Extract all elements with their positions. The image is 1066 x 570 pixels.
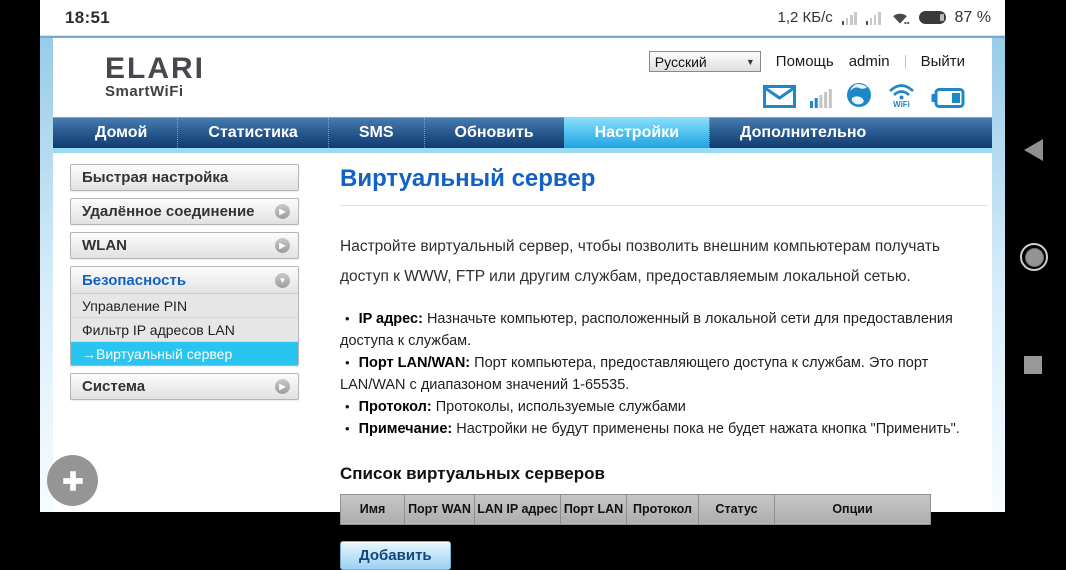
back-icon[interactable] [1024, 139, 1043, 161]
col-lan-port: Порт LAN [560, 493, 627, 525]
tab-statistics[interactable]: Статистика [177, 117, 327, 148]
settings-sidebar: Быстрая настройка Удалённое соединение ▶… [70, 164, 299, 407]
note-port-lan-wan: • Порт LAN/WAN: Порт компьютера, предоста… [340, 352, 985, 396]
cell-signal-icon [841, 11, 857, 25]
logo-subtext: SmartWiFi [105, 83, 184, 100]
phone-left-bezel [0, 0, 40, 512]
chevron-right-icon: ▶ [275, 238, 290, 253]
sidebar-item-label: Безопасность [82, 271, 187, 289]
tab-sms[interactable]: SMS [327, 117, 424, 148]
sidebar-item-wlan[interactable]: WLAN ▶ [70, 232, 299, 259]
col-name: Имя [340, 493, 405, 525]
chevron-right-icon: ▶ [275, 204, 290, 219]
chevron-right-icon: ▶ [275, 379, 290, 394]
battery-status-icon [918, 11, 946, 24]
bullet-icon: • [345, 310, 350, 326]
recents-icon[interactable] [1024, 356, 1042, 374]
main-nav: Домой Статистика SMS Обновить Настройки … [53, 117, 992, 148]
sidebar-item-quick-setup[interactable]: Быстрая настройка [70, 164, 299, 191]
globe-icon[interactable] [846, 82, 872, 108]
col-status: Статус [698, 493, 775, 525]
logo-text: ELARI [105, 52, 205, 85]
wifi-status-icon [890, 10, 910, 26]
help-link[interactable]: Помощь [776, 53, 834, 70]
battery-icon [931, 88, 965, 108]
table-header-row: Имя Порт WAN LAN IP адрес Порт LAN Прото… [340, 493, 931, 525]
fullscreen-exit-button[interactable] [47, 455, 98, 506]
page-title: Виртуальный сервер [340, 165, 988, 206]
sidebar-item-system[interactable]: Система ▶ [70, 373, 299, 400]
col-wan-port: Порт WAN [404, 493, 475, 525]
site-header: ELARI SmartWiFi Русский ▼ Помощь admin В… [53, 38, 992, 117]
sidebar-item-security[interactable]: Безопасность ▼ [71, 267, 298, 294]
sidebar-subitem-label: Фильтр IP адресов LAN [82, 321, 235, 338]
bullet-icon: • [345, 420, 350, 436]
network-speed: 1,2 КБ/с [777, 9, 833, 26]
intro-text: Настройте виртуальный сервер, чтобы позв… [340, 238, 940, 285]
sidebar-item-pin-management[interactable]: Управление PIN [71, 294, 298, 318]
tab-settings[interactable]: Настройки [563, 117, 710, 148]
wifi-icon[interactable]: WiFi [886, 82, 917, 108]
sidebar-item-remote-connection[interactable]: Удалённое соединение ▶ [70, 198, 299, 225]
chevron-down-icon: ▼ [275, 272, 290, 288]
sidebar-item-label: WLAN [82, 237, 127, 254]
sidebar-item-label: Быстрая настройка [82, 169, 229, 186]
note-remark: • Примечание: Настройки не будут применен… [340, 418, 985, 440]
virtual-server-table: Имя Порт WAN LAN IP адрес Порт LAN Прото… [340, 493, 931, 525]
col-lan-ip: LAN IP адрес [474, 493, 561, 525]
username: admin [848, 53, 890, 70]
fullscreen-exit-icon [62, 470, 83, 491]
page-left-edge [40, 38, 53, 512]
battery-percent: 87 % [954, 8, 991, 26]
page-right-edge [992, 38, 1005, 512]
tab-advanced[interactable]: Дополнительно [709, 117, 896, 148]
clock: 18:51 [65, 7, 110, 27]
bullet-icon: • [345, 354, 350, 370]
sidebar-subitem-label: Управление PIN [82, 297, 188, 314]
sidebar-subitem-label: →Виртуальный сервер [82, 345, 233, 362]
sidebar-item-lan-ip-filter[interactable]: Фильтр IP адресов LAN [71, 318, 298, 342]
sidebar-group-security: Безопасность ▼ Управление PIN Фильтр IP … [70, 266, 299, 366]
divider [904, 54, 906, 69]
virtual-server-list-title: Список виртуальных серверов [340, 463, 605, 483]
sidebar-item-virtual-server[interactable]: →Виртуальный сервер [71, 342, 298, 365]
language-select[interactable]: Русский ▼ [648, 51, 761, 72]
col-options: Опции [774, 493, 931, 525]
router-admin-page: ELARI SmartWiFi Русский ▼ Помощь admin В… [40, 36, 1005, 570]
android-status-bar: 18:51 1,2 КБ/с 87 % [40, 0, 1005, 36]
home-icon[interactable] [1020, 243, 1048, 271]
note-ip-address: • IP адрес: Назначьте компьютер, располож… [340, 308, 985, 352]
tab-update[interactable]: Обновить [423, 117, 564, 148]
language-value: Русский [654, 53, 707, 70]
logout-link[interactable]: Выйти [921, 53, 965, 70]
mail-icon[interactable] [763, 85, 796, 108]
sidebar-item-label: Система [82, 378, 146, 395]
bullet-icon: • [345, 398, 350, 414]
col-protocol: Протокол [626, 493, 699, 525]
cell-signal2-icon [865, 11, 881, 25]
android-nav-bar [1005, 0, 1066, 512]
notes-list: • IP адрес: Назначьте компьютер, располож… [340, 308, 985, 440]
chevron-down-icon: ▼ [745, 56, 755, 67]
sidebar-item-label: Удалённое соединение [82, 203, 255, 220]
note-protocol: • Протокол: Протоколы, используемые служб… [340, 396, 985, 418]
add-button[interactable]: Добавить [340, 540, 451, 570]
svg-text:WiFi: WiFi [893, 100, 910, 108]
main-content: Виртуальный сервер Настройте виртуальный… [340, 165, 988, 570]
signal-bars-icon [810, 88, 832, 108]
tab-home[interactable]: Домой [65, 117, 177, 148]
elari-logo[interactable]: ELARI SmartWiFi [105, 52, 205, 101]
